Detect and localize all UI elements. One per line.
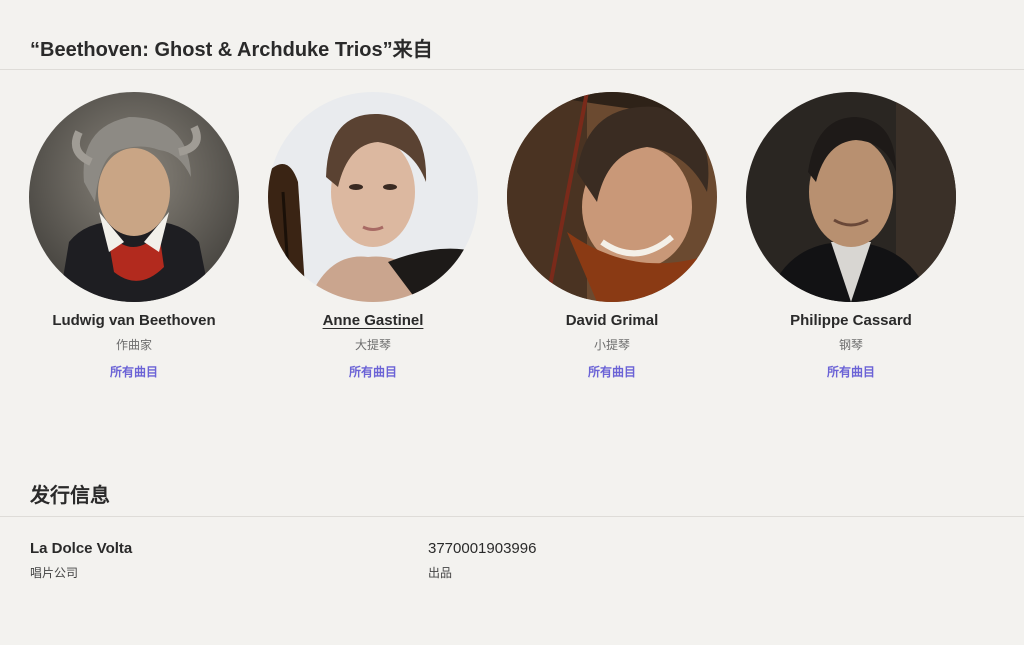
artist-role: 作曲家	[115, 338, 152, 352]
artist-role: 大提琴	[354, 338, 391, 352]
all-tracks-link[interactable]: 所有曲目	[827, 363, 875, 380]
artist-name[interactable]: Philippe Cassard	[790, 312, 912, 329]
artist-role: 钢琴	[838, 338, 863, 352]
product-block: 3770001903996 出品	[428, 540, 536, 581]
artist-name[interactable]: David Grimal	[566, 312, 659, 329]
record-label-caption: 唱片公司	[30, 566, 79, 580]
release-info-title: 发行信息	[30, 485, 110, 507]
section-divider	[0, 516, 1024, 517]
record-label-block: La Dolce Volta 唱片公司	[30, 540, 132, 581]
artist-avatar[interactable]	[507, 92, 717, 302]
all-tracks-link[interactable]: 所有曲目	[349, 363, 397, 380]
product-code-value: 3770001903996	[428, 540, 537, 557]
record-label-value: La Dolce Volta	[30, 540, 133, 557]
artist-name[interactable]: Anne Gastinel	[323, 312, 424, 329]
all-tracks-link[interactable]: 所有曲目	[588, 363, 636, 380]
artist-avatar[interactable]	[268, 92, 478, 302]
artist-card-grimal: David Grimal 小提琴 所有曲目	[507, 92, 717, 380]
artist-avatar[interactable]	[29, 92, 239, 302]
artist-role: 小提琴	[593, 338, 630, 352]
artist-card-beethoven: Ludwig van Beethoven 作曲家 所有曲目	[29, 92, 239, 380]
artist-card-cassard: Philippe Cassard 钢琴 所有曲目	[746, 92, 956, 380]
credits-section-title: “Beethoven: Ghost & Archduke Trios”来自	[30, 39, 433, 61]
section-divider	[0, 69, 1024, 70]
artist-card-gastinel: Anne Gastinel 大提琴 所有曲目	[268, 92, 478, 380]
product-caption: 出品	[428, 566, 453, 580]
artist-avatar[interactable]	[746, 92, 956, 302]
artist-name[interactable]: Ludwig van Beethoven	[52, 312, 215, 329]
all-tracks-link[interactable]: 所有曲目	[110, 363, 158, 380]
